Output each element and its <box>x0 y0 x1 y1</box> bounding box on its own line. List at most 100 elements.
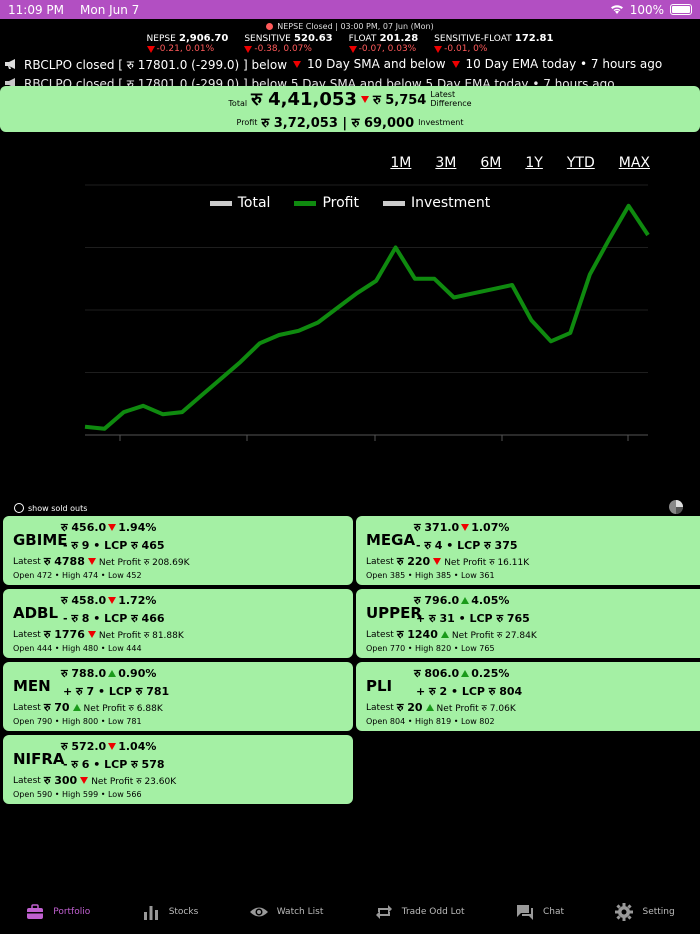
stock-card-mega[interactable]: MEGA रु 371.0 1.07% - रु 4 • LCP रु 375 L… <box>356 516 700 585</box>
index-name: SENSITIVE <box>244 34 291 44</box>
portfolio-chart[interactable]: 1M 3M 6M 1Y YTD MAX Total Profit Investm… <box>0 140 700 500</box>
eye-icon <box>249 907 268 917</box>
legend-swatch <box>382 200 405 206</box>
tab-portfolio[interactable]: Portfolio <box>25 902 90 922</box>
up-arrow-icon <box>461 670 470 677</box>
tab-trade-odd-lot[interactable]: Trade Odd Lot <box>374 902 465 922</box>
index-value: 201.28 <box>379 33 419 44</box>
chart-svg <box>84 184 650 441</box>
chart-legend: Total Profit Investment <box>0 195 700 211</box>
legend-profit[interactable]: Profit <box>294 195 359 211</box>
latest-label-1: Latest <box>430 90 456 99</box>
index-sensitive-float[interactable]: SENSITIVE-FLOAT 172.81 -0.01, 0% <box>434 33 553 54</box>
up-arrow-icon <box>425 704 434 711</box>
news-ticker[interactable]: RBCLPO closed [ रु 17801.0 (-299.0) ] be… <box>0 56 700 86</box>
stock-card-pli[interactable]: PLI रु 806.0 0.25% + रु 2 • LCP रु 804 La… <box>356 662 700 731</box>
battery-icon <box>670 4 692 15</box>
stock-change: - रु 4 <box>416 539 443 552</box>
stock-symbol: PLI <box>366 677 393 695</box>
index-float[interactable]: FLOAT 201.28 -0.07, 0.03% <box>348 33 419 54</box>
down-arrow-icon <box>87 631 96 638</box>
show-sold-outs-toggle[interactable]: show sold outs <box>14 503 87 513</box>
gear-icon <box>615 903 634 921</box>
ticker-line: RBCLPO closed [ रु 17801.0 (-299.0) ] be… <box>0 75 700 86</box>
stock-card-upper[interactable]: UPPER रु 796.0 4.05% + रु 31 • LCP रु 765… <box>356 589 700 658</box>
battery-percent: 100% <box>629 2 664 17</box>
legend-total[interactable]: Total <box>209 195 270 211</box>
stock-net-profit: Net Profit रु 208.69K <box>98 558 190 568</box>
stock-card-men[interactable]: MEN रु 788.0 0.90% + रु 7 • LCP रु 781 La… <box>3 662 353 731</box>
stock-price: रु 788.0 <box>61 667 107 680</box>
investment-label: Investment <box>418 117 464 127</box>
stock-price: रु 371.0 <box>414 521 460 534</box>
stock-latest: रु 1240 <box>396 628 438 641</box>
stock-net-profit: Net Profit रु 6.88K <box>83 704 163 714</box>
stock-card-gbime[interactable]: GBIME रु 456.0 1.94% - रु 9 • LCP रु 465 … <box>3 516 353 585</box>
stock-latest: रु 220 <box>396 555 431 568</box>
total-value: रु 4,41,053 <box>251 89 357 110</box>
radio-icon <box>14 503 24 513</box>
range-selector: 1M 3M 6M 1Y YTD MAX <box>390 155 650 171</box>
stock-pct: 1.94% <box>118 521 157 534</box>
stock-net-profit: Net Profit रु 23.60K <box>91 777 177 787</box>
range-1y[interactable]: 1Y <box>525 155 542 171</box>
stock-latest: रु 4788 <box>43 555 85 568</box>
range-6m[interactable]: 6M <box>480 155 501 171</box>
tab-setting[interactable]: Setting <box>614 902 675 922</box>
stock-lcp: LCP रु 781 <box>108 685 170 698</box>
range-ytd[interactable]: YTD <box>567 155 595 171</box>
ticker-text-a: RBCLPO closed [ रु 17801.0 (-299.0) ] be… <box>24 57 288 72</box>
range-1m[interactable]: 1M <box>390 155 411 171</box>
index-sensitive[interactable]: SENSITIVE 520.63 -0.38, 0.07% <box>244 33 333 54</box>
ticker-text-2: RBCLPO closed [ रु 17801.0 (-299.0) ] be… <box>24 76 615 87</box>
closed-dot-icon <box>266 23 274 30</box>
tab-stocks[interactable]: Stocks <box>141 902 199 922</box>
stock-change: + रु 31 <box>416 612 455 625</box>
down-arrow-icon <box>451 60 460 68</box>
index-nepse[interactable]: NEPSE 2,906.70 -0.21, 0.01% <box>146 33 229 54</box>
summary-profit-row: Profit रु 3,72,053 | रु 69,000 Investmen… <box>237 113 464 131</box>
status-time: 11:09 PM <box>8 2 64 17</box>
legend-investment[interactable]: Investment <box>382 195 490 211</box>
stock-card-adbl[interactable]: ADBL रु 458.0 1.72% - रु 8 • LCP रु 466 L… <box>3 589 353 658</box>
status-date: Mon Jun 7 <box>80 2 140 17</box>
stock-price: रु 572.0 <box>61 740 107 753</box>
stock-net-profit: Net Profit रु 27.84K <box>451 631 537 641</box>
portfolio-summary: Total रु 4,41,053 रु 5,754 Latest Differe… <box>0 86 700 132</box>
megaphone-icon <box>5 78 15 86</box>
stock-symbol: MEGA <box>366 531 416 549</box>
down-arrow-icon <box>80 777 89 784</box>
range-max[interactable]: MAX <box>619 155 650 171</box>
stock-change: - रु 9 <box>63 539 90 552</box>
briefcase-icon <box>27 904 44 919</box>
profit-label: Profit <box>236 117 258 127</box>
down-arrow-icon <box>433 558 442 565</box>
stock-latest: रु 70 <box>43 701 70 714</box>
index-value: 2,906.70 <box>178 33 229 44</box>
stock-ohl: Open 590 • High 599 • Low 566 <box>13 790 142 799</box>
stock-card-nifra[interactable]: NIFRA रु 572.0 1.04% - रु 6 • LCP रु 578 … <box>3 735 353 804</box>
stock-ohl: Open 770 • High 820 • Low 765 <box>366 644 495 653</box>
index-change: -0.01, 0% <box>444 44 488 54</box>
chat-icon <box>517 905 533 920</box>
stock-change: + रु 7 <box>63 685 95 698</box>
stock-latest: रु 1776 <box>43 628 85 641</box>
stock-pct: 1.04% <box>118 740 157 753</box>
stock-price: रु 456.0 <box>61 521 107 534</box>
stock-symbol: NIFRA <box>13 750 65 768</box>
stock-symbol: UPPER <box>366 604 422 622</box>
pie-chart-icon[interactable] <box>668 499 684 515</box>
tab-label: Stocks <box>168 907 199 917</box>
tab-chat[interactable]: Chat <box>515 902 564 922</box>
status-bar: 11:09 PM Mon Jun 7 100% <box>0 0 700 19</box>
market-summary: NEPSE Closed | 03:00 PM, 07 Jun (Mon) NE… <box>0 22 700 54</box>
tab-watch-list[interactable]: Watch List <box>249 902 323 922</box>
market-status: NEPSE Closed | 03:00 PM, 07 Jun (Mon) <box>0 22 700 31</box>
stock-lcp: LCP रु 465 <box>104 539 165 552</box>
stock-ohl: Open 804 • High 819 • Low 802 <box>366 717 495 726</box>
stock-pct: 0.90% <box>118 667 157 680</box>
range-3m[interactable]: 3M <box>435 155 456 171</box>
stock-latest: रु 20 <box>396 701 423 714</box>
stock-net-profit: Net Profit रु 81.88K <box>98 631 184 641</box>
stock-symbol: MEN <box>13 677 51 695</box>
